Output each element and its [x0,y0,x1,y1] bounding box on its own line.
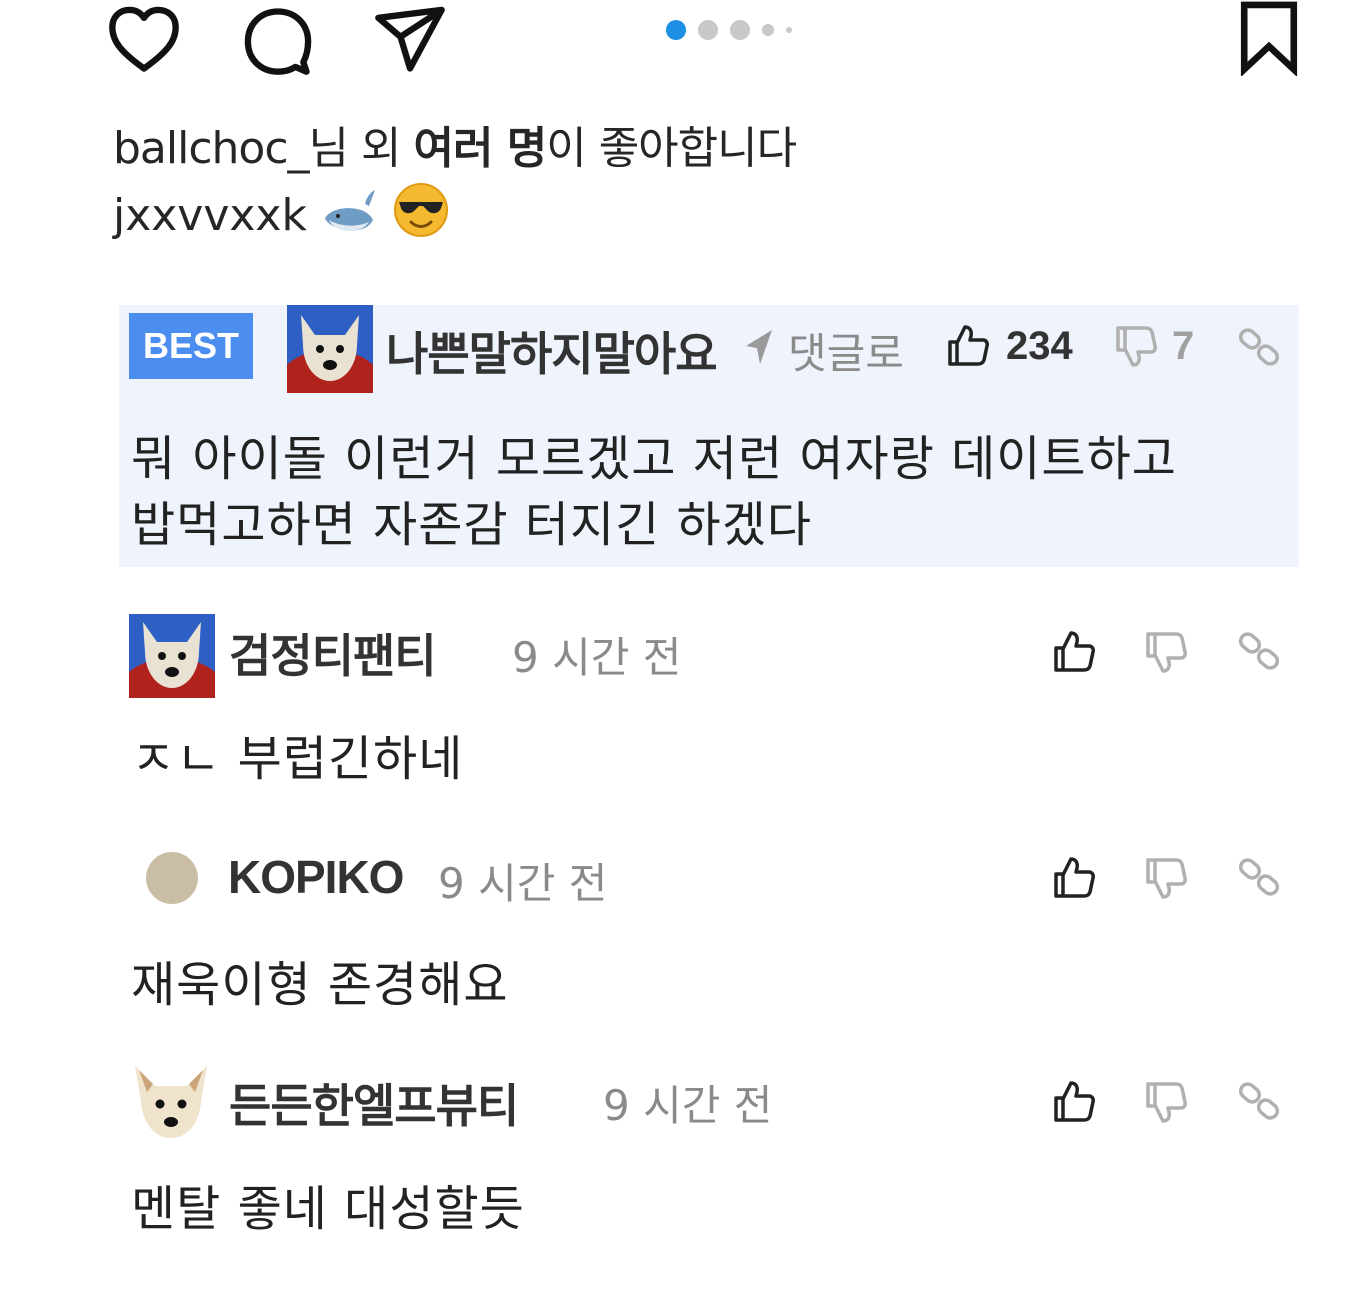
likes-mid: 님 외 [308,123,414,174]
avatar[interactable] [146,852,198,904]
thumbs-down-icon[interactable] [1112,324,1158,370]
comment-nickname[interactable]: 든든한엘프뷰티 [229,1070,519,1136]
thumbs-down-icon[interactable] [1142,630,1188,676]
avatar[interactable] [129,1062,213,1142]
comment-body-line: 뭐 아이돌 이런거 모르겠고 저런 여자랑 데이트하고 [131,431,1177,487]
carousel-dot[interactable] [730,20,750,40]
reply-link[interactable]: 댓글로 [788,320,904,381]
caption-username[interactable]: jxxvvxxk [113,190,307,241]
thumbs-down-icon[interactable] [1142,1080,1188,1126]
whale-icon [321,184,379,247]
link-icon[interactable] [1236,1078,1282,1124]
thumbs-down-icon[interactable] [1142,856,1188,902]
comment-icon[interactable] [240,2,316,78]
comment-nickname[interactable]: KOPIKO [228,850,404,904]
thumbs-up-icon[interactable] [1050,854,1096,900]
dislike-count: 7 [1172,324,1195,368]
likes-others[interactable]: 여러 명 [413,123,547,174]
comment-body: 멘탈 좋네 대성할듯 [131,1181,525,1237]
likes-tail: 이 좋아합니다 [546,123,797,174]
like-count: 234 [1006,324,1073,368]
likes-username[interactable]: ballchoc_ [113,123,310,174]
comment-time: 9 시간 전 [512,633,682,682]
avatar[interactable] [287,305,373,393]
bookmark-icon[interactable] [1234,0,1304,77]
sunglasses-emoji-icon [393,182,449,249]
thumbs-up-icon[interactable] [1050,628,1096,674]
comment-body: ㅈㄴ 부럽긴하네 [131,731,464,787]
comment-nickname[interactable]: 나쁜말하지말아요 [386,318,720,384]
thumbs-up-icon[interactable] [944,322,990,368]
likes-summary[interactable]: ballchoc_님 외 여러 명이 좋아합니다 [113,112,797,176]
comment-time: 9 시간 전 [603,1081,773,1130]
comment-body: 재욱이형 존경해요 [131,957,509,1013]
carousel-pagination [666,20,792,40]
comment-body-line: 밥먹고하면 자존감 터지긴 하겠다 [131,497,813,553]
heart-icon[interactable] [106,2,182,78]
comment-nickname[interactable]: 검정티팬티 [229,620,437,686]
avatar[interactable] [129,614,215,698]
carousel-dot[interactable] [786,27,792,33]
link-icon[interactable] [1236,854,1282,900]
best-badge: BEST [129,313,253,379]
carousel-dot[interactable] [666,20,686,40]
thumbs-up-icon[interactable] [1050,1078,1096,1124]
link-icon[interactable] [1236,628,1282,674]
reply-arrow-icon [742,326,776,366]
comment-time: 9 시간 전 [438,859,608,908]
share-icon[interactable] [372,2,448,78]
link-icon[interactable] [1236,324,1282,370]
carousel-dot[interactable] [762,24,774,36]
post-caption: jxxvvxxk [113,182,449,249]
carousel-dot[interactable] [698,20,718,40]
